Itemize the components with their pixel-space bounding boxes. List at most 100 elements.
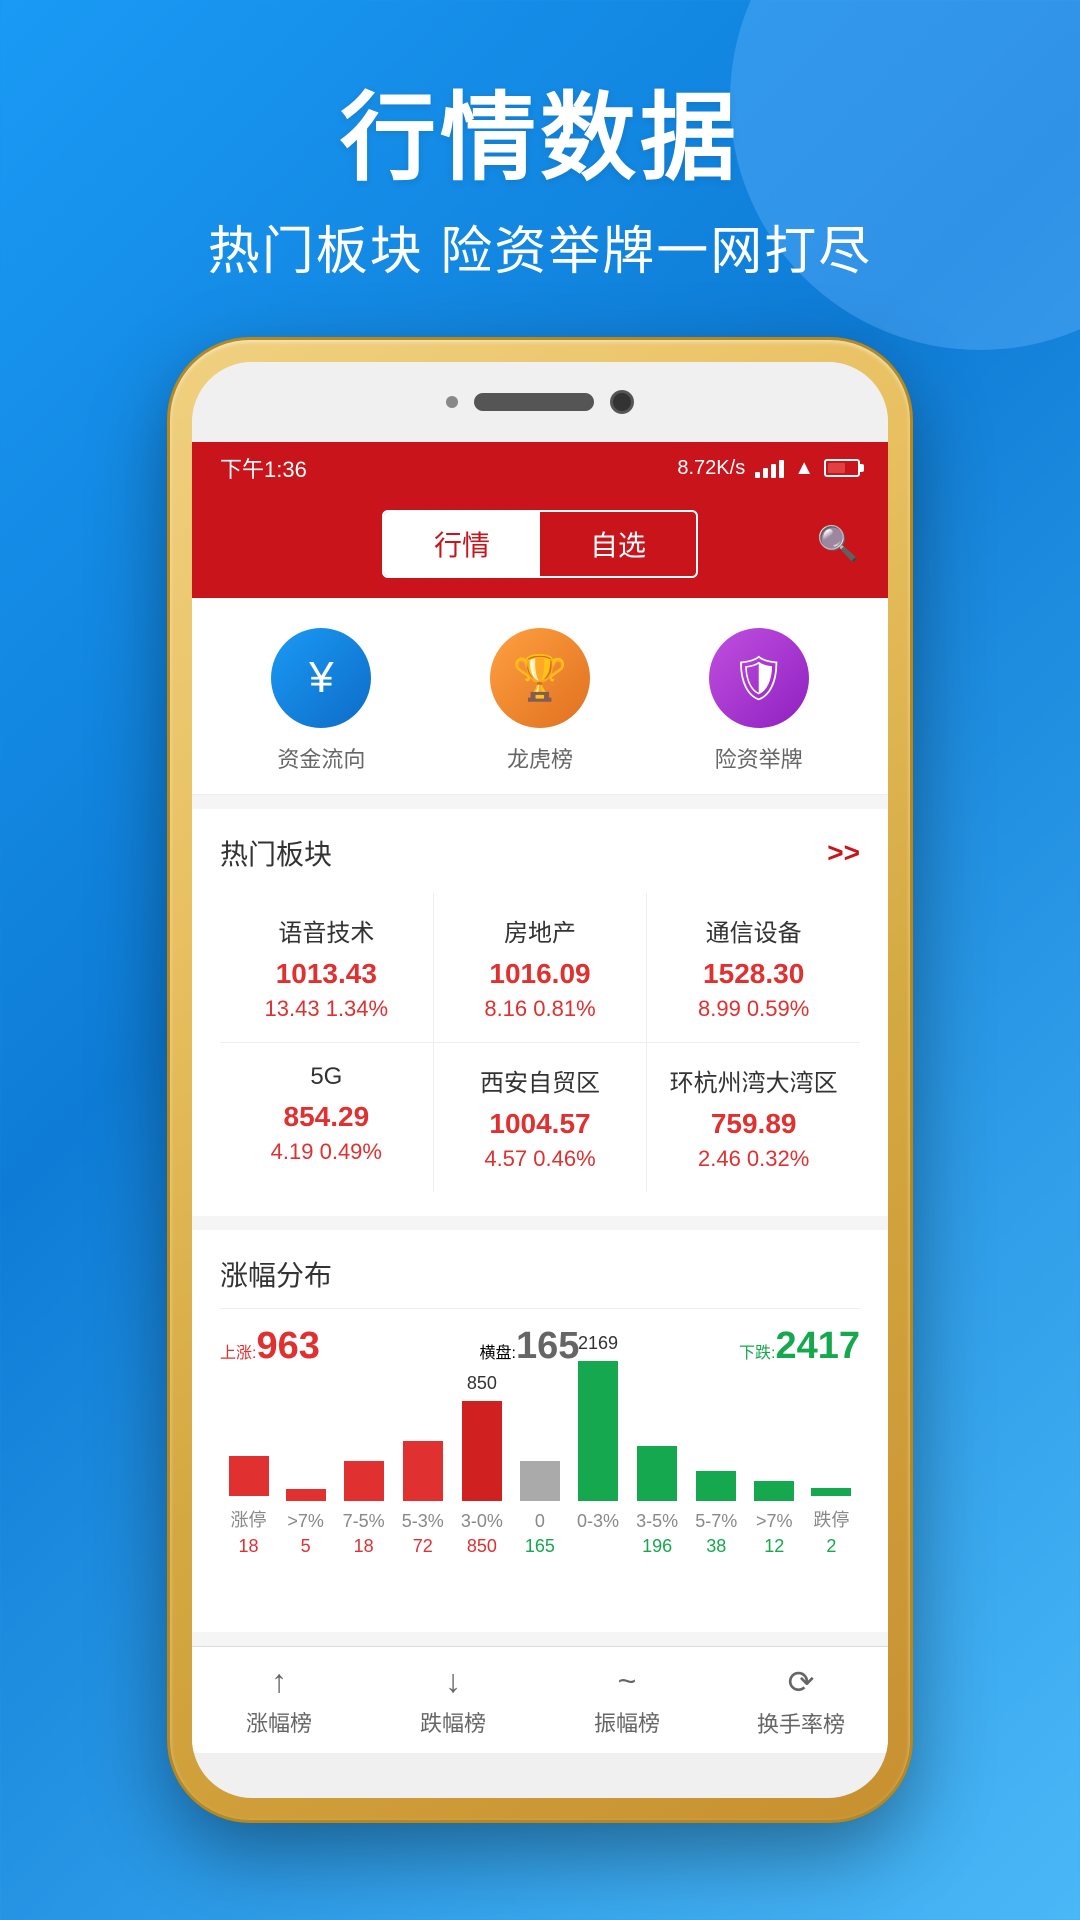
- icon-item-capital[interactable]: ¥ 资金流向: [271, 628, 371, 774]
- bar-column: 5-3% 72: [402, 1413, 444, 1558]
- bar-column: 7-5% 18: [343, 1433, 385, 1558]
- up-label: 上涨:: [220, 1345, 256, 1362]
- bottom-tab-icon: ↑: [271, 1663, 287, 1700]
- bar-rect: [811, 1488, 851, 1496]
- bar-rect: [696, 1471, 736, 1501]
- sector-price: 1004.57: [450, 1108, 631, 1140]
- bar-column: 850 3-0% 850: [461, 1373, 503, 1558]
- signal-bar-2: [763, 468, 768, 478]
- tiger-list-icon: 🏆: [490, 628, 590, 728]
- bar-rect: [403, 1441, 443, 1501]
- sector-name: 西安自贸区: [450, 1063, 631, 1098]
- bar-column: 2169 0-3%: [577, 1333, 619, 1558]
- down-count: 2417: [775, 1325, 860, 1367]
- status-time: 下午1:36: [220, 452, 307, 484]
- page-title: 行情数据: [0, 60, 1080, 199]
- sector-name: 环杭州湾大湾区: [663, 1063, 844, 1098]
- bar-xlabel: 5-7%: [695, 1511, 737, 1532]
- bar-xlabel: 5-3%: [402, 1511, 444, 1532]
- sector-name: 房地产: [450, 913, 631, 948]
- search-button[interactable]: 🔍: [812, 518, 864, 570]
- network-speed: 8.72K/s: [677, 457, 745, 480]
- bar-rect: [637, 1446, 677, 1501]
- bar-column: >7% 12: [754, 1453, 794, 1558]
- insurance-icon: 🛡: [709, 628, 809, 728]
- hot-sectors-title: 热门板块: [220, 833, 332, 873]
- signal-bars: [755, 458, 784, 478]
- page-subtitle: 热门板块 险资举牌一网打尽: [0, 209, 1080, 284]
- bar-column: 3-5% 196: [636, 1418, 678, 1558]
- sector-price: 759.89: [663, 1108, 844, 1140]
- hot-sectors-section: 热门板块 >> 语音技术 1013.43 13.43 1.34% 房地产 101…: [192, 809, 888, 1216]
- bottom-tab-icon: ⟳: [788, 1663, 815, 1701]
- bar-column: 跌停 2: [811, 1460, 851, 1558]
- sector-cell[interactable]: 通信设备 1528.30 8.99 0.59%: [647, 893, 860, 1042]
- bar-rect: [344, 1461, 384, 1501]
- bottom-tabs: ↑ 涨幅榜 ↓ 跌幅榜 ~ 振幅榜 ⟳ 换手率榜: [192, 1646, 888, 1753]
- sector-grid: 语音技术 1013.43 13.43 1.34% 房地产 1016.09 8.1…: [220, 893, 860, 1192]
- sector-cell[interactable]: 环杭州湾大湾区 759.89 2.46 0.32%: [647, 1043, 860, 1192]
- bottom-tab-fall-list[interactable]: ↓ 跌幅榜: [366, 1647, 540, 1753]
- icon-item-insurance[interactable]: 🛡 险资举牌: [709, 628, 809, 774]
- bar-count: 12: [764, 1536, 784, 1558]
- bar-column: 0 165: [520, 1433, 560, 1558]
- sector-change: 4.19 0.49%: [236, 1139, 417, 1165]
- tab-watchlist[interactable]: 自选: [540, 512, 696, 576]
- bar-rect: [229, 1456, 269, 1496]
- status-right: 8.72K/s ▲: [677, 457, 860, 480]
- bar-xlabel: 涨停: [231, 1506, 267, 1532]
- sector-cell[interactable]: 5G 854.29 4.19 0.49%: [220, 1043, 433, 1192]
- bar-rect: [578, 1361, 618, 1501]
- distribution-title: 涨幅分布: [220, 1254, 860, 1309]
- icon-row: ¥ 资金流向 🏆 龙虎榜 🛡 险资举牌: [192, 598, 888, 795]
- sector-name: 语音技术: [236, 913, 417, 948]
- sector-change: 4.57 0.46%: [450, 1146, 631, 1172]
- bar-xlabel: 3-5%: [636, 1511, 678, 1532]
- bar-count: 2: [826, 1536, 836, 1558]
- bar-count: 196: [642, 1536, 672, 1558]
- capital-flow-label: 资金流向: [277, 742, 365, 774]
- more-sectors-button[interactable]: >>: [827, 837, 860, 869]
- sector-name: 通信设备: [663, 913, 844, 948]
- bottom-tab-amplitude-list[interactable]: ~ 振幅榜: [540, 1647, 714, 1753]
- bar-top-value: 2169: [578, 1333, 618, 1357]
- flat-stat: 横盘:165: [480, 1325, 580, 1368]
- section-header: 热门板块 >>: [220, 833, 860, 873]
- flat-label: 横盘:: [480, 1345, 516, 1362]
- signal-bar-4: [779, 460, 784, 478]
- icon-item-tiger[interactable]: 🏆 龙虎榜: [490, 628, 590, 774]
- down-label: 下跌:: [739, 1345, 775, 1362]
- distribution-section: 涨幅分布 上涨:963 横盘:165 下跌:2417 涨停 18: [192, 1230, 888, 1632]
- app-header: 行情 自选 🔍: [192, 494, 888, 598]
- bar-xlabel: 0: [535, 1511, 545, 1532]
- tab-market[interactable]: 行情: [384, 512, 540, 576]
- battery-icon: [824, 459, 860, 477]
- bar-rect: [520, 1461, 560, 1501]
- battery-fill: [828, 463, 845, 473]
- bar-count: 72: [413, 1536, 433, 1558]
- bottom-tab-rise-list[interactable]: ↑ 涨幅榜: [192, 1647, 366, 1753]
- bottom-tab-label: 跌幅榜: [420, 1706, 486, 1738]
- bar-rect: [462, 1401, 502, 1501]
- sector-cell[interactable]: 语音技术 1013.43 13.43 1.34%: [220, 893, 433, 1042]
- bar-chart: 涨停 18 >7% 5 7-5% 18 5-3% 72 850 3-0% 850…: [220, 1388, 860, 1608]
- sector-name: 5G: [236, 1063, 417, 1091]
- signal-bar-3: [771, 464, 776, 478]
- phone-screen: 下午1:36 8.72K/s ▲ 行情 自选: [192, 362, 888, 1798]
- bottom-tab-icon: ~: [618, 1663, 637, 1700]
- bar-count: 18: [239, 1536, 259, 1558]
- insurance-symbol: 🛡: [731, 652, 787, 704]
- sector-change: 8.99 0.59%: [663, 996, 844, 1022]
- sector-change: 13.43 1.34%: [236, 996, 417, 1022]
- bar-xlabel: 3-0%: [461, 1511, 503, 1532]
- header-area: 行情数据 热门板块 险资举牌一网打尽: [0, 60, 1080, 284]
- sector-cell[interactable]: 房地产 1016.09 8.16 0.81%: [434, 893, 647, 1042]
- sector-cell[interactable]: 西安自贸区 1004.57 4.57 0.46%: [434, 1043, 647, 1192]
- flat-count: 165: [516, 1325, 579, 1367]
- bar-xlabel: 跌停: [813, 1506, 849, 1532]
- up-count: 963: [256, 1325, 319, 1367]
- bottom-tab-turnover-list[interactable]: ⟳ 换手率榜: [714, 1647, 888, 1753]
- sector-change: 8.16 0.81%: [450, 996, 631, 1022]
- bar-xlabel: 0-3%: [577, 1511, 619, 1532]
- bar-xlabel: 7-5%: [343, 1511, 385, 1532]
